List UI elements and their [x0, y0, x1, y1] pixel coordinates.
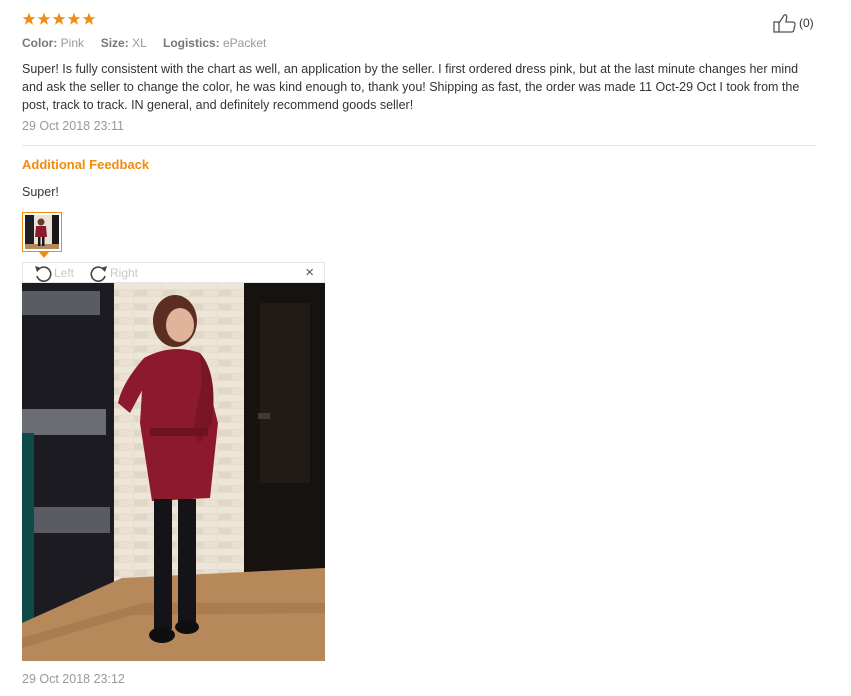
- feedback-photo-thumbnail[interactable]: [22, 212, 62, 252]
- additional-feedback-title: Additional Feedback: [22, 157, 150, 172]
- rotate-left-button[interactable]: Left: [33, 264, 74, 282]
- color-value: Pink: [60, 36, 85, 50]
- star-icon: [22, 12, 36, 26]
- rating-stars: [22, 12, 96, 26]
- thumbnail-pointer: [39, 252, 49, 258]
- rotate-right-icon: [89, 264, 109, 282]
- rotate-left-label: Left: [54, 266, 75, 280]
- close-icon: ×: [305, 264, 314, 281]
- rotate-right-label: Right: [110, 266, 139, 280]
- size-value: XL: [132, 36, 147, 50]
- star-icon: [82, 12, 96, 26]
- review-date: 29 Oct 2018 23:11: [22, 119, 124, 133]
- rotate-right-button[interactable]: Right: [89, 264, 138, 282]
- divider: [22, 145, 816, 146]
- review-text: Super! Is fully consistent with the char…: [22, 62, 800, 112]
- feedback-photo-large[interactable]: [22, 283, 325, 661]
- star-icon: [37, 12, 51, 26]
- thumbs-up-icon: [773, 13, 797, 33]
- additional-feedback-text: Super!: [22, 185, 59, 199]
- rotate-left-icon: [33, 264, 53, 282]
- close-viewer-button[interactable]: ×: [305, 264, 314, 281]
- additional-feedback-date: 29 Oct 2018 23:12: [22, 672, 125, 686]
- logistics-value: ePacket: [223, 36, 267, 50]
- helpful-button[interactable]: (0): [773, 13, 814, 33]
- star-icon: [52, 12, 66, 26]
- logistics-label: Logistics:: [162, 36, 220, 50]
- color-label: Color:: [22, 36, 58, 50]
- review-attributes: Color: Pink Size: XL Logistics: ePacket: [22, 36, 266, 50]
- like-count: (0): [799, 16, 814, 30]
- star-icon: [67, 12, 81, 26]
- image-viewer-toolbar: Left Right ×: [22, 262, 325, 283]
- size-label: Size:: [100, 36, 129, 50]
